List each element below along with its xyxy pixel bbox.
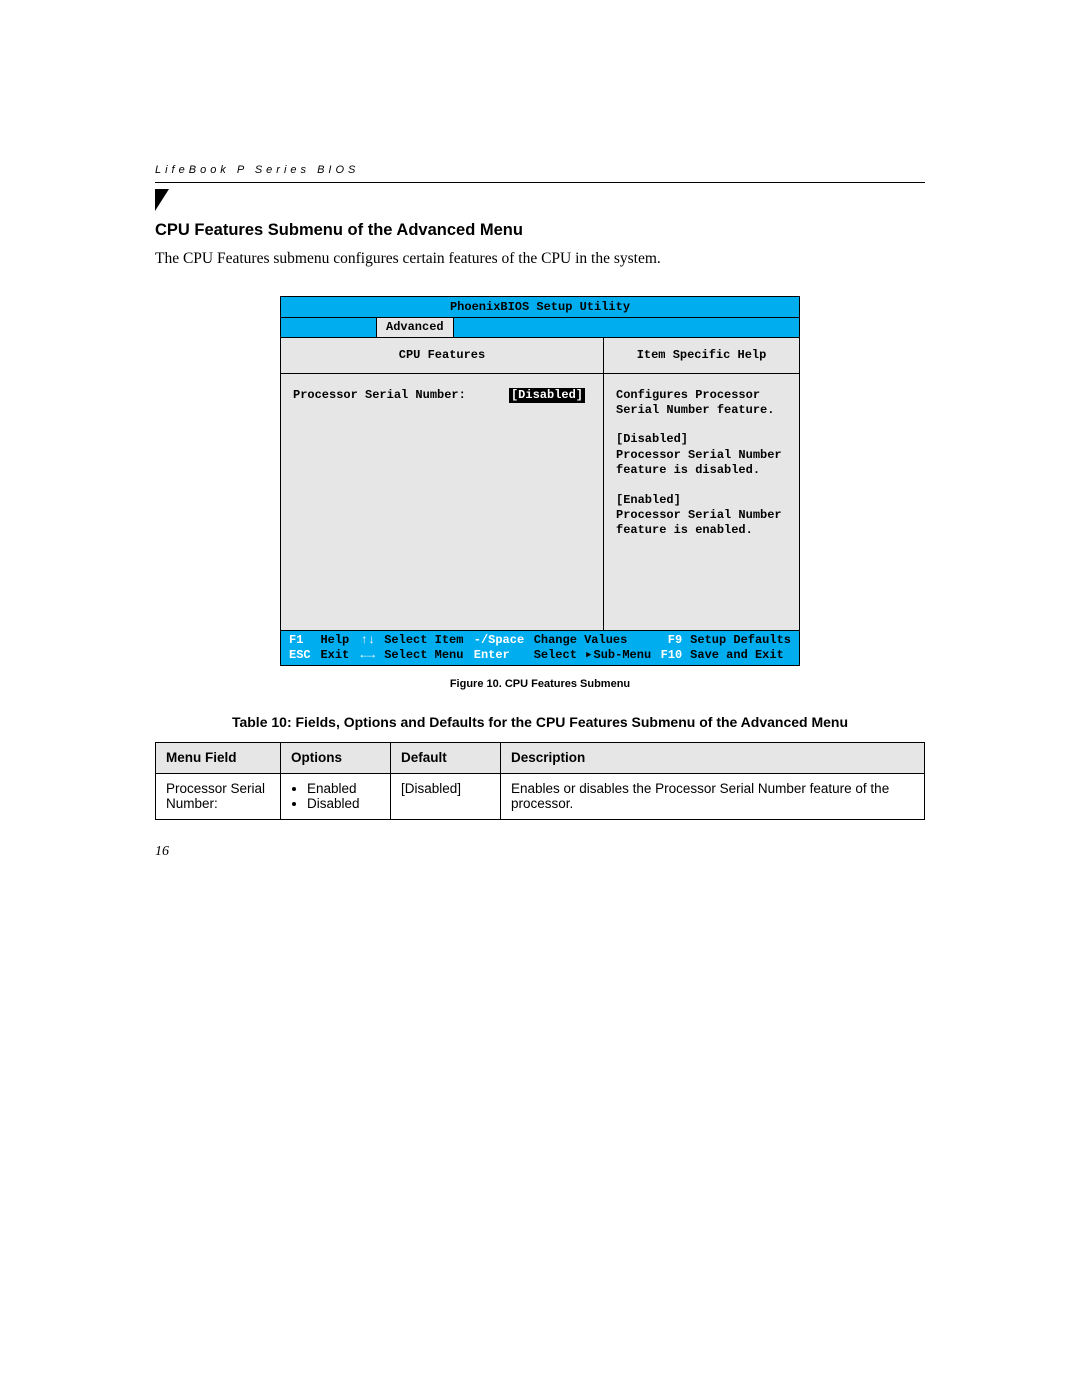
key-space: -/Space <box>474 633 524 647</box>
triangle-right-icon <box>584 648 593 662</box>
bios-help-title: Item Specific Help <box>604 338 799 373</box>
table-header-row: Menu Field Options Default Description <box>156 743 925 774</box>
desc-select-menu: Select Menu <box>384 648 463 662</box>
desc-change-values: Change Values <box>534 633 628 647</box>
key-f9: F9 <box>668 633 682 647</box>
bios-help-p3: [Enabled] Processor Serial Number featur… <box>616 493 789 539</box>
bios-body: CPU Features Processor Serial Number: [D… <box>280 338 800 630</box>
bios-footer: F1 Help ↑↓ Select Item -/Space Change Va… <box>280 631 800 667</box>
desc-setup-defaults: Setup Defaults <box>690 633 791 647</box>
bios-help-p2a: [Disabled] <box>616 432 789 447</box>
cell-default: [Disabled] <box>391 774 501 820</box>
bios-menubar: Advanced <box>280 317 800 338</box>
bios-help-p1: Configures Processor Serial Number featu… <box>616 388 789 419</box>
table-row: Processor Serial Number: Enabled Disable… <box>156 774 925 820</box>
page-number: 16 <box>155 844 169 860</box>
bios-help-panel: Item Specific Help Configures Processor … <box>604 338 799 629</box>
bios-tab-advanced[interactable]: Advanced <box>376 318 454 337</box>
desc-select-item: Select Item <box>384 633 463 647</box>
bios-help-p2: [Disabled] Processor Serial Number featu… <box>616 432 789 478</box>
key-updown: ↑↓ <box>361 633 375 647</box>
bios-window: PhoenixBIOS Setup Utility Advanced CPU F… <box>280 296 800 666</box>
th-default: Default <box>391 743 501 774</box>
th-menu-field: Menu Field <box>156 743 281 774</box>
bios-left-panel: CPU Features Processor Serial Number: [D… <box>281 338 604 629</box>
bios-help-p2b: Processor Serial Number feature is disab… <box>616 448 789 479</box>
key-leftright: ←→ <box>361 648 375 662</box>
page: LifeBook P Series BIOS CPU Features Subm… <box>0 0 1080 920</box>
cell-options: Enabled Disabled <box>281 774 391 820</box>
desc-save-exit: Save and Exit <box>690 648 784 662</box>
cell-description: Enables or disables the Processor Serial… <box>501 774 925 820</box>
table-caption: Table 10: Fields, Options and Defaults f… <box>155 714 925 730</box>
bios-help-p3a: [Enabled] <box>616 493 789 508</box>
th-description: Description <box>501 743 925 774</box>
desc-select-sub-menu: Select Sub-Menu <box>534 648 651 662</box>
key-enter: Enter <box>474 648 510 662</box>
key-f10: F10 <box>661 648 683 662</box>
bios-help-p3b: Processor Serial Number feature is enabl… <box>616 508 789 539</box>
cell-menu-field: Processor Serial Number: <box>156 774 281 820</box>
desc-exit: Exit <box>320 648 349 662</box>
bios-title: PhoenixBIOS Setup Utility <box>280 296 800 317</box>
key-esc: ESC <box>289 648 311 662</box>
option-item: Enabled <box>307 781 380 796</box>
bios-screenshot: PhoenixBIOS Setup Utility Advanced CPU F… <box>155 296 925 666</box>
key-f1: F1 <box>289 633 303 647</box>
option-item: Disabled <box>307 796 380 811</box>
section-title: CPU Features Submenu of the Advanced Men… <box>155 221 925 240</box>
running-header-text: LifeBook P Series BIOS <box>155 164 359 176</box>
corner-glyph-icon <box>155 189 169 211</box>
bios-field-value-selected[interactable]: [Disabled] <box>509 388 585 403</box>
options-table: Menu Field Options Default Description P… <box>155 742 925 820</box>
th-options: Options <box>281 743 391 774</box>
figure-caption: Figure 10. CPU Features Submenu <box>155 678 925 690</box>
bios-help-body: Configures Processor Serial Number featu… <box>604 374 799 630</box>
section-intro: The CPU Features submenu configures cert… <box>155 250 925 268</box>
desc-help: Help <box>320 633 349 647</box>
bios-field-label: Processor Serial Number: <box>293 388 509 403</box>
bios-left-title: CPU Features <box>281 338 603 373</box>
bios-left-body: Processor Serial Number: [Disabled] <box>281 374 603 630</box>
running-header: LifeBook P Series BIOS <box>155 160 925 183</box>
bios-field-row[interactable]: Processor Serial Number: [Disabled] <box>293 388 591 403</box>
